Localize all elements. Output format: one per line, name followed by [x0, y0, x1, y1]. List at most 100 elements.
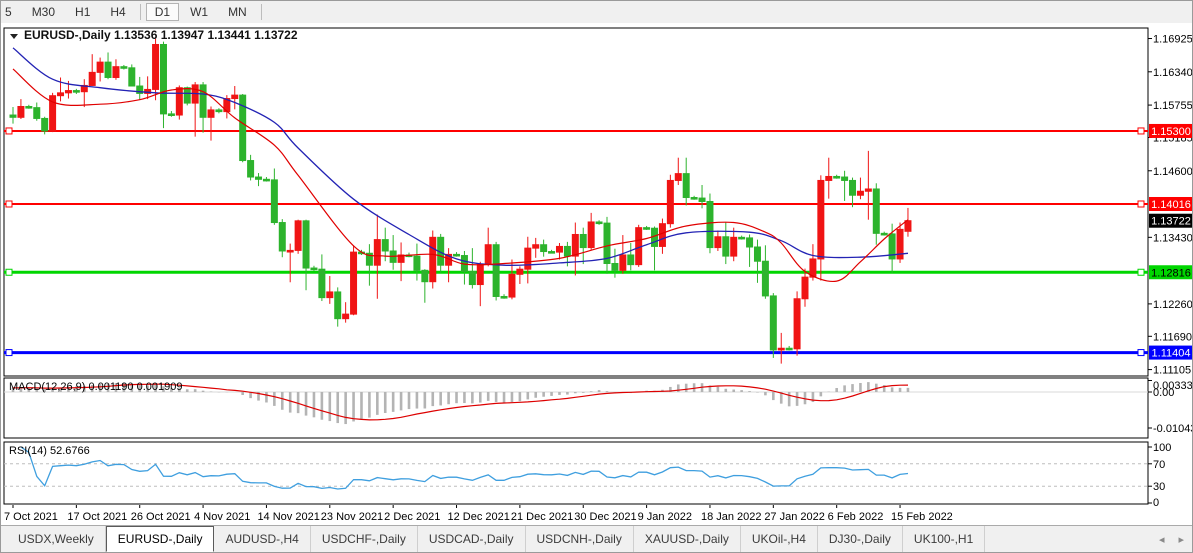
chart-tab-usdchf-daily[interactable]: USDCHF-,Daily — [311, 526, 418, 552]
hline-anchor[interactable] — [1138, 350, 1144, 356]
date-axis-label: 15 Feb 2022 — [891, 511, 953, 523]
price-chart-svg[interactable]: EURUSD-,Daily 1.13536 1.13947 1.13441 1.… — [1, 23, 1193, 528]
candle — [572, 234, 578, 256]
date-axis-label: 17 Oct 2021 — [67, 511, 127, 523]
candle — [596, 222, 602, 224]
candle — [628, 255, 634, 265]
date-axis-label: 4 Nov 2021 — [194, 511, 250, 523]
date-axis-label: 6 Feb 2022 — [828, 511, 884, 523]
hline-anchor[interactable] — [6, 201, 12, 207]
candle — [295, 221, 301, 251]
rsi-axis-label: 30 — [1153, 481, 1165, 493]
candle — [263, 179, 269, 181]
hline-anchor[interactable] — [6, 269, 12, 275]
candle — [881, 233, 887, 235]
chart-header: EURUSD-,Daily 1.13536 1.13947 1.13441 1.… — [10, 28, 298, 42]
candle — [279, 223, 285, 251]
chart-tab-dj30-daily[interactable]: DJ30-,Daily — [818, 526, 903, 552]
rsi-axis-label: 70 — [1153, 459, 1165, 471]
candle — [200, 85, 206, 117]
candle — [826, 176, 832, 180]
candle — [414, 256, 420, 270]
macd-label: MACD(12,26,9) 0.001190 0.001909 — [9, 381, 182, 393]
rsi-axis-label: 0 — [1153, 497, 1159, 509]
price-axis-label: 1.14600 — [1153, 166, 1193, 178]
candle — [754, 247, 760, 261]
date-axis-label: 2 Dec 2021 — [384, 511, 440, 523]
timeframe-button-m30[interactable]: M30 — [23, 3, 64, 21]
candle — [762, 261, 768, 296]
candle — [469, 271, 475, 284]
hline-anchor[interactable] — [1138, 269, 1144, 275]
svg-text:1.11404: 1.11404 — [1152, 348, 1191, 360]
date-axis-label: 9 Jan 2022 — [638, 511, 692, 523]
tabs-scroll-left-icon[interactable]: ◂ — [1159, 533, 1165, 546]
date-axis: 7 Oct 202117 Oct 202126 Oct 20214 Nov 20… — [4, 505, 953, 523]
candle — [778, 348, 784, 350]
date-axis-label: 7 Oct 2021 — [4, 511, 58, 523]
chart-tab-audusd-h4[interactable]: AUDUSD-,H4 — [214, 526, 310, 552]
candle — [26, 106, 32, 108]
chart-tab-usdcnh-daily[interactable]: USDCNH-,Daily — [526, 526, 634, 552]
candle — [34, 108, 40, 119]
svg-text:1.13722: 1.13722 — [1151, 216, 1191, 228]
chart-tab-eurusd-daily[interactable]: EURUSD-,Daily — [106, 526, 215, 552]
candle — [97, 62, 103, 72]
chart-tab-uk100-h1[interactable]: UK100-,H1 — [903, 526, 985, 552]
candle — [818, 180, 824, 258]
hline-anchor[interactable] — [1138, 128, 1144, 134]
chart-tab-xauusd-daily[interactable]: XAUUSD-,Daily — [634, 526, 741, 552]
mt4-chart-window: 5M30H1H4 D1W1MN EURUSD-,Daily 1.13536 1.1… — [0, 0, 1193, 553]
candle — [129, 68, 135, 86]
macd-axis-label: -0.010439 — [1153, 423, 1193, 435]
hline-anchor[interactable] — [6, 350, 12, 356]
hline-anchor[interactable] — [1138, 201, 1144, 207]
candle — [707, 201, 713, 247]
timeframe-button-w1[interactable]: W1 — [181, 3, 217, 21]
chart-tab-usdcad-daily[interactable]: USDCAD-,Daily — [418, 526, 526, 552]
candle — [477, 264, 483, 284]
price-badge-1.15300: 1.15300 — [1149, 124, 1193, 138]
chart-area[interactable]: EURUSD-,Daily 1.13536 1.13947 1.13441 1.… — [1, 23, 1193, 528]
candle — [311, 268, 317, 270]
candle — [747, 238, 753, 247]
price-axis: 1.169251.163401.157551.151851.146001.134… — [1148, 34, 1193, 377]
price-axis-label: 1.16340 — [1153, 67, 1193, 79]
candle — [422, 270, 428, 281]
candle — [564, 246, 570, 256]
tabs-scroll-right-icon[interactable]: ▸ — [1178, 533, 1184, 546]
svg-text:1.14016: 1.14016 — [1151, 199, 1191, 211]
candle — [42, 118, 48, 131]
candle — [675, 174, 681, 181]
candle — [588, 222, 594, 248]
candle — [865, 189, 871, 191]
price-axis-label: 1.12260 — [1153, 299, 1193, 311]
candle — [786, 348, 792, 350]
hline-anchor[interactable] — [6, 128, 12, 134]
candle — [343, 314, 349, 319]
chart-tab-ukoil-h4[interactable]: UKOil-,H4 — [741, 526, 818, 552]
candle — [794, 299, 800, 349]
rsi-axis-label: 100 — [1153, 442, 1171, 454]
candle — [802, 277, 808, 299]
toolbar-separator — [140, 4, 141, 20]
candle — [73, 91, 79, 93]
candle — [683, 174, 689, 198]
candle — [105, 62, 111, 77]
candle — [509, 274, 515, 297]
timeframe-button-mn[interactable]: MN — [219, 3, 256, 21]
candle — [58, 93, 64, 96]
timeframe-button-h1[interactable]: H1 — [66, 3, 99, 21]
timeframe-button-5[interactable]: 5 — [1, 3, 21, 21]
candle — [723, 237, 729, 256]
price-badge-1.14016: 1.14016 — [1149, 197, 1193, 211]
timeframe-button-d1[interactable]: D1 — [146, 3, 179, 21]
chart-tab-usdx-weekly[interactable]: USDX,Weekly — [7, 526, 106, 552]
svg-text:1.15300: 1.15300 — [1151, 126, 1191, 138]
candle — [857, 191, 863, 195]
tabs-scroll-nav: ◂▸ — [1159, 526, 1193, 552]
candle — [208, 110, 214, 117]
candle — [160, 44, 166, 113]
timeframe-button-h4[interactable]: H4 — [101, 3, 134, 21]
main-pane[interactable] — [4, 28, 1148, 376]
